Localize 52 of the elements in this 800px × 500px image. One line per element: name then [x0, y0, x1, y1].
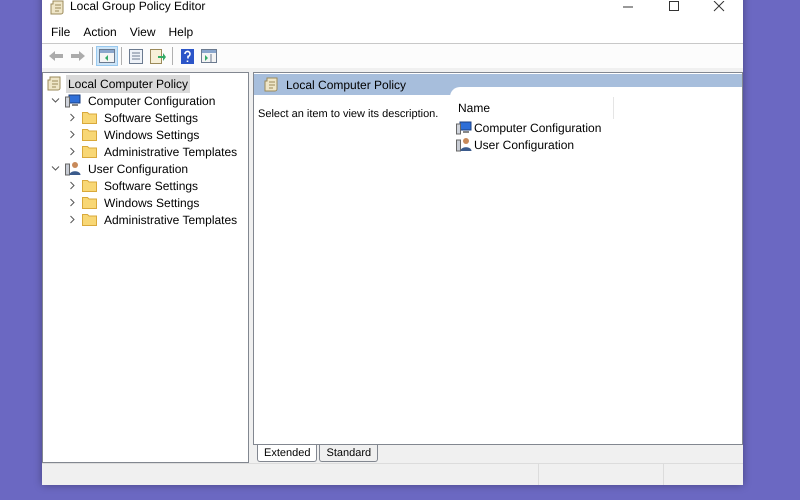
expand-chevron-icon[interactable]: [68, 113, 77, 122]
view-tab[interactable]: Standard: [319, 445, 378, 462]
scroll-icon: [50, 0, 64, 15]
export-list-icon: [150, 48, 166, 64]
header-title: Local Computer Policy: [286, 76, 406, 94]
expand-chevron-icon[interactable]: [68, 181, 77, 190]
computer-icon: [456, 120, 472, 134]
action-pane-icon: [201, 49, 217, 63]
tree-item[interactable]: Computer Configuration: [86, 92, 218, 110]
folder-icon: [82, 196, 97, 209]
folder-icon: [82, 213, 97, 226]
tree-item[interactable]: Software Settings: [102, 108, 200, 126]
description-text: Select an item to view its description.: [258, 108, 438, 120]
list-item[interactable]: User Configuration: [474, 136, 574, 154]
computer-icon: [65, 94, 81, 108]
list-item[interactable]: Computer Configuration: [474, 118, 602, 136]
tree-item[interactable]: Windows Settings: [102, 126, 202, 144]
tree-item[interactable]: User Configuration: [86, 160, 190, 178]
tree-pane-icon: [99, 49, 115, 63]
folder-icon: [82, 128, 97, 141]
toolbar-button[interactable]: [96, 46, 118, 66]
scroll-icon: [264, 77, 278, 92]
properties-icon: [129, 48, 143, 64]
user-icon: [456, 137, 472, 152]
expand-chevron-icon[interactable]: [68, 147, 77, 156]
help-icon: [180, 48, 194, 64]
menu-item[interactable]: View: [124, 23, 162, 41]
tree-item[interactable]: Windows Settings: [102, 194, 202, 212]
collapse-chevron-icon[interactable]: [51, 96, 60, 105]
view-tab[interactable]: Extended: [257, 445, 318, 462]
folder-icon: [82, 179, 97, 192]
tree-item[interactable]: Software Settings: [102, 176, 200, 194]
menu-item[interactable]: File: [45, 23, 76, 41]
toolbar-button[interactable]: [147, 46, 169, 66]
tree-item[interactable]: Administrative Templates: [102, 142, 240, 160]
tree-item[interactable]: Local Computer Policy: [66, 74, 190, 92]
tree-item[interactable]: Administrative Templates: [102, 210, 240, 228]
menu-item[interactable]: Action: [77, 23, 123, 41]
column-header[interactable]: Name: [450, 97, 614, 119]
collapse-chevron-icon[interactable]: [51, 164, 60, 173]
folder-icon: [82, 145, 97, 158]
folder-icon: [82, 111, 97, 124]
expand-chevron-icon[interactable]: [68, 198, 77, 207]
user-icon: [65, 161, 81, 176]
window-title: Local Group Policy Editor: [70, 0, 206, 15]
scroll-icon: [47, 76, 61, 91]
toolbar-button[interactable]: [198, 46, 220, 66]
expand-chevron-icon[interactable]: [68, 130, 77, 139]
menu-item[interactable]: Help: [162, 23, 200, 41]
expand-chevron-icon[interactable]: [68, 215, 77, 224]
forward-arrow-icon: [70, 50, 86, 62]
back-arrow-icon: [48, 50, 64, 62]
